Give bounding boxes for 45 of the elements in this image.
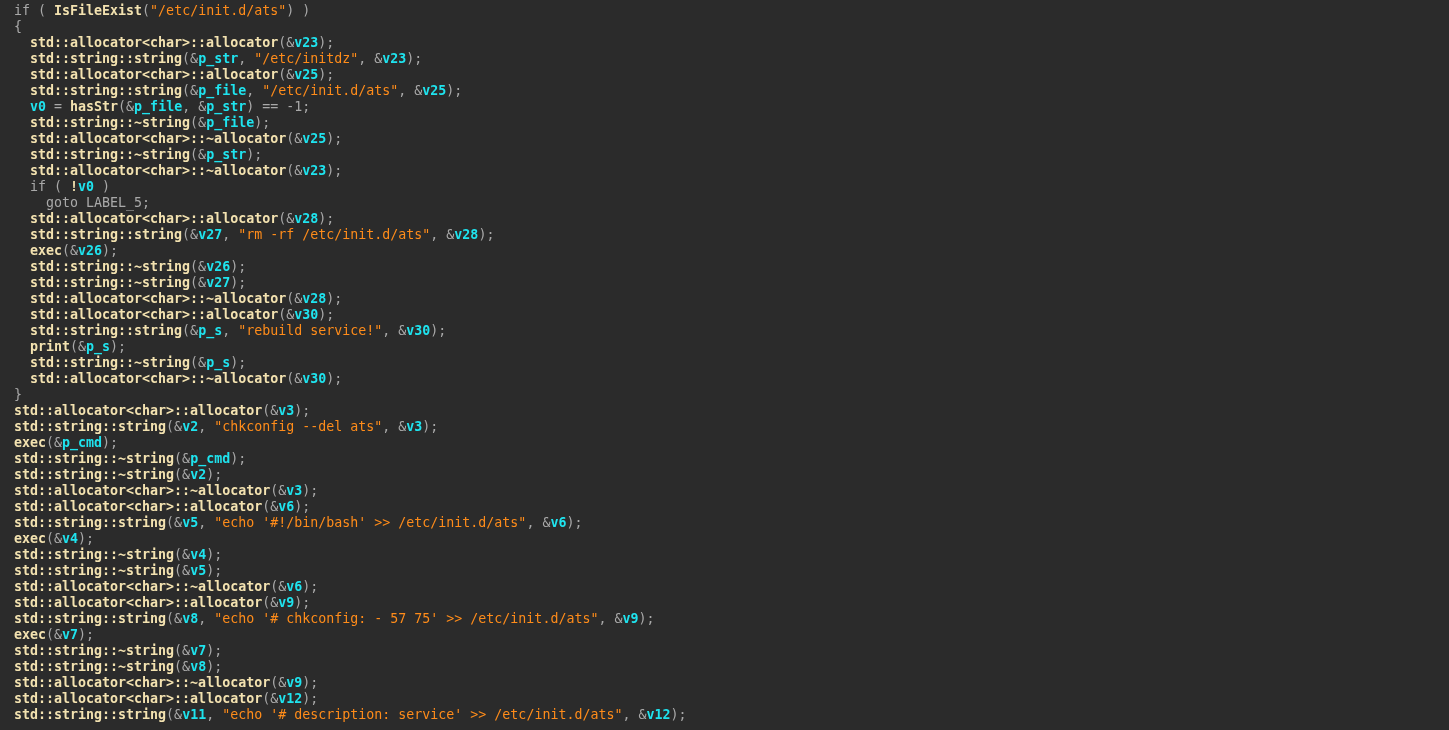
code-line: std::allocator<char>::allocator(&v6); <box>14 499 311 515</box>
code-line: std::string::string(&p_s, "rebuild service!", &v30); <box>30 323 447 339</box>
code-line: goto LABEL_5; <box>46 195 151 211</box>
code-line: std::string::~string(&v2); <box>14 467 223 483</box>
code-line: exec(&v7); <box>14 627 95 643</box>
code-line: std::allocator<char>::~allocator(&v9); <box>14 675 319 691</box>
code-line: std::string::~string(&v26); <box>30 259 247 275</box>
code-line: std::string::~string(&v5); <box>14 563 223 579</box>
code-line: std::allocator<char>::allocator(&v3); <box>14 403 311 419</box>
code-line: std::string::string(&v27, "rm -rf /etc/init.d/ats", &v28); <box>30 227 495 243</box>
code-line: { <box>14 19 22 35</box>
code-line: exec(&p_cmd); <box>14 435 119 451</box>
code-line: exec(&v4); <box>14 531 95 547</box>
code-line: std::allocator<char>::~allocator(&v28); <box>30 291 343 307</box>
code-line: std::string::~string(&p_cmd); <box>14 451 247 467</box>
code-line: std::string::~string(&v4); <box>14 547 223 563</box>
code-line: std::string::string(&p_file, "/etc/init.d/ats", &v25); <box>30 83 463 99</box>
code-line: std::string::string(&v11, "echo '# description: service' >> /etc/init.d/ats", &v12); <box>14 707 687 723</box>
code-line: std::string::string(&v2, "chkconfig --del ats", &v3); <box>14 419 439 435</box>
code-line: std::allocator<char>::~allocator(&v6); <box>14 579 319 595</box>
code-line: std::allocator<char>::allocator(&v28); <box>30 211 335 227</box>
code-line: if ( !v0 ) <box>30 179 111 195</box>
code-line: std::allocator<char>::allocator(&v30); <box>30 307 335 323</box>
code-line: std::string::~string(&v27); <box>30 275 247 291</box>
code-line: std::allocator<char>::allocator(&v25); <box>30 67 335 83</box>
code-line: exec(&v26); <box>30 243 119 259</box>
code-line: std::string::~string(&p_str); <box>30 147 263 163</box>
code-line: std::string::string(&v8, "echo '# chkconfig: - 57 75' >> /etc/init.d/ats", &v9); <box>14 611 655 627</box>
code-line: std::allocator<char>::~allocator(&v3); <box>14 483 319 499</box>
code-line: std::allocator<char>::~allocator(&v23); <box>30 163 343 179</box>
code-line: std::string::string(&v5, "echo '#!/bin/bash' >> /etc/init.d/ats", &v6); <box>14 515 583 531</box>
code-line: std::string::~string(&v8); <box>14 659 223 675</box>
code-line: std::allocator<char>::~allocator(&v30); <box>30 371 343 387</box>
code-line: std::allocator<char>::~allocator(&v25); <box>30 131 343 147</box>
code-line: std::allocator<char>::allocator(&v9); <box>14 595 311 611</box>
code-line: std::allocator<char>::allocator(&v12); <box>14 691 319 707</box>
code-line: } <box>14 387 22 403</box>
code-line: v0 = hasStr(&p_file, &p_str) == -1; <box>30 99 311 115</box>
code-line: std::allocator<char>::allocator(&v23); <box>30 35 335 51</box>
code-line: std::string::~string(&p_file); <box>30 115 271 131</box>
code-line: std::string::~string(&p_s); <box>30 355 247 371</box>
code-line: std::string::~string(&v7); <box>14 643 223 659</box>
code-line: if ( IsFileExist("/etc/init.d/ats") ) <box>14 3 311 19</box>
code-line: print(&p_s); <box>30 339 127 355</box>
code-line: std::string::string(&p_str, "/etc/initdz", &v23); <box>30 51 423 67</box>
